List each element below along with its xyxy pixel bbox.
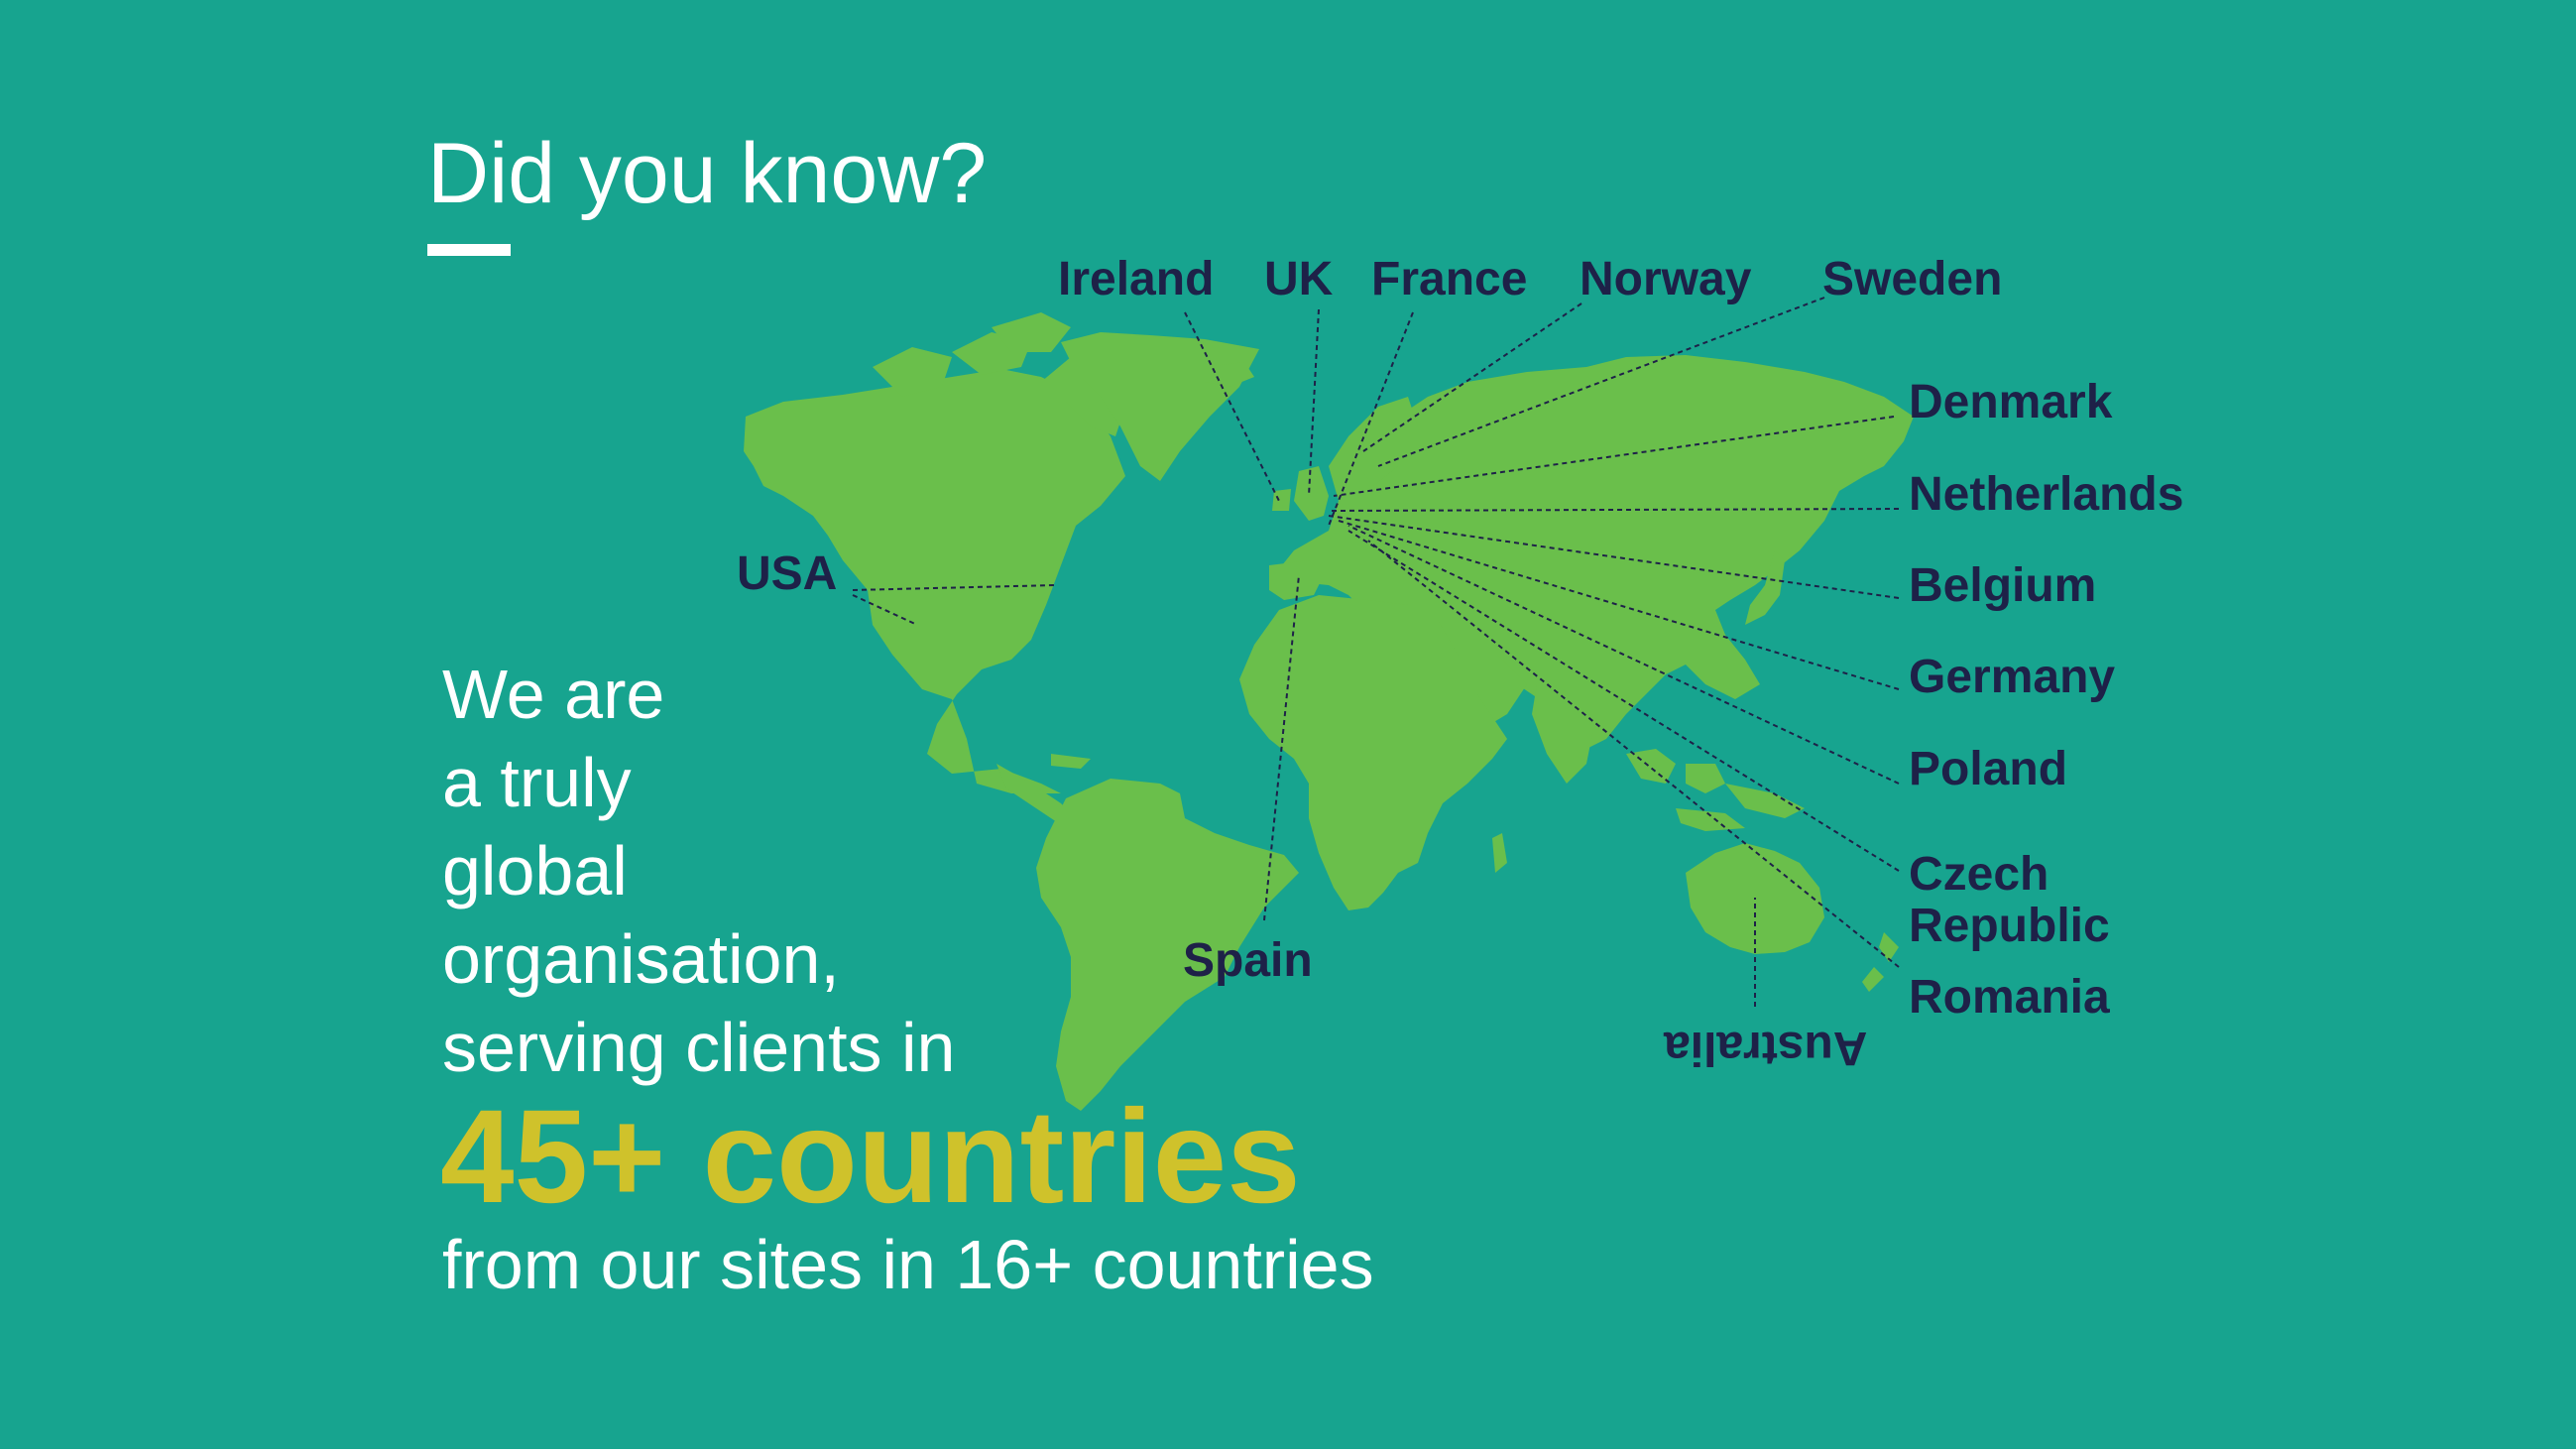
intro-line: a truly — [442, 744, 632, 821]
label-romania: Romania — [1909, 971, 2110, 1024]
label-poland: Poland — [1909, 743, 2068, 795]
label-denmark: Denmark — [1909, 376, 2113, 428]
label-netherlands: Netherlands — [1909, 468, 2184, 521]
czech-line-2: Republic — [1909, 900, 2110, 952]
highlight-countries: 45+ countries — [440, 1083, 1301, 1231]
sites-line: from our sites in 16+ countries — [442, 1226, 1374, 1303]
intro-text: We are a truly global organisation, serv… — [442, 651, 955, 1092]
intro-line: global — [442, 832, 628, 909]
heading-underline — [427, 244, 511, 256]
label-germany: Germany — [1909, 651, 2116, 703]
label-ireland: Ireland — [1058, 253, 1215, 305]
heading: Did you know? — [427, 126, 988, 221]
label-norway: Norway — [1580, 253, 1752, 305]
label-sweden: Sweden — [1822, 253, 2003, 305]
label-usa: USA — [737, 547, 838, 600]
label-spain: Spain — [1183, 934, 1313, 987]
intro-line: serving clients in — [442, 1009, 956, 1086]
label-czech-republic: Czech Republic — [1909, 849, 2110, 952]
label-australia: Australia — [1664, 1022, 1868, 1074]
intro-line: We are — [442, 656, 665, 733]
bottom-border — [0, 1449, 2576, 1453]
intro-line: organisation, — [442, 920, 840, 998]
label-uk: UK — [1264, 253, 1334, 305]
label-france: France — [1371, 253, 1528, 305]
label-belgium: Belgium — [1909, 559, 2097, 612]
czech-line-1: Czech — [1909, 848, 2049, 901]
